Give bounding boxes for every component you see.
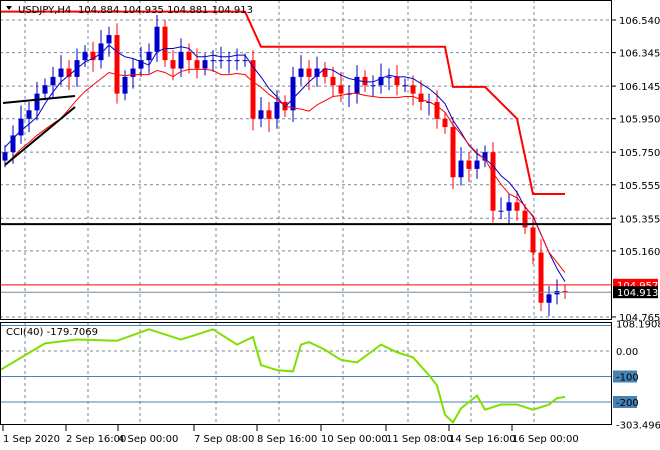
candle-body <box>122 76 128 94</box>
candle-body <box>554 291 560 295</box>
candle-body <box>154 26 160 52</box>
candle-body <box>514 202 520 211</box>
candle-body <box>458 160 464 178</box>
candle-body <box>338 85 344 94</box>
candle-body <box>418 93 424 102</box>
cci-axis-label: -200 <box>616 398 639 409</box>
price-tick-label: 106.345 <box>619 49 660 60</box>
candle-body <box>10 135 16 153</box>
cci-line <box>0 328 566 425</box>
candle-body <box>546 294 552 303</box>
candle-body <box>162 26 168 61</box>
cci-title: CCI(40) -179.7069 <box>6 327 98 338</box>
candle-body <box>266 110 272 119</box>
candle-body <box>386 76 392 78</box>
candle-body <box>226 60 232 62</box>
candle-body <box>442 118 448 128</box>
candle-body <box>242 60 248 62</box>
price-tick-label: 105.750 <box>619 148 660 159</box>
price-tick-label: 105.950 <box>619 115 660 126</box>
cci-axis-label: 0.00 <box>616 347 638 358</box>
candle-body <box>58 68 64 77</box>
candle-body <box>290 76 296 111</box>
candle-body <box>330 76 336 86</box>
cci-axis-label: -100 <box>616 373 639 384</box>
time-label: 8 Sep 16:00 <box>257 434 317 445</box>
dropdown-triangle-icon[interactable] <box>6 6 12 10</box>
candle-body <box>82 51 88 61</box>
candle-body <box>218 60 224 62</box>
candle-body <box>2 152 8 161</box>
candle-body <box>170 60 176 69</box>
candle-body <box>106 35 112 44</box>
candle-body <box>498 210 504 212</box>
fast-ma-line <box>4 44 566 282</box>
price-axis[interactable]: 106.540 106.345 106.145 105.950 105.750 105.5… <box>612 16 660 324</box>
last-price-label: 104.913 <box>617 288 658 299</box>
candle-body <box>370 85 376 87</box>
time-label: 14 Sep 16:00 <box>449 434 516 445</box>
candle-body <box>538 252 544 303</box>
candle-body <box>146 51 152 61</box>
candle-body <box>234 60 240 62</box>
candle-body <box>210 60 216 62</box>
candle-body <box>274 101 280 119</box>
candle-body <box>34 93 40 111</box>
cci-axis-label: -303.4968 <box>616 420 660 431</box>
time-label: 16 Sep 00:00 <box>512 434 579 445</box>
grid <box>0 0 612 425</box>
time-label: 10 Sep 00:00 <box>321 434 388 445</box>
candle-body <box>506 202 512 211</box>
candle-body <box>298 68 304 77</box>
price-tick-label: 104.765 <box>619 313 660 324</box>
header: USDJPY,H4 104.884 104.935 104.881 104.91… <box>6 5 253 16</box>
candle-body <box>194 60 200 69</box>
candles <box>2 14 568 317</box>
candle-body <box>42 85 48 94</box>
candle-body <box>490 152 496 211</box>
candle-body <box>258 110 264 119</box>
candle-body <box>394 76 400 86</box>
time-label: 7 Sep 08:00 <box>194 434 254 445</box>
time-label: 11 Sep 08:00 <box>386 434 453 445</box>
candle-body <box>130 68 136 77</box>
candle-body <box>466 160 472 169</box>
symbol-label: USDJPY,H4 <box>18 5 71 16</box>
time-label: 4 Sep 00:00 <box>118 434 178 445</box>
candle-body <box>186 51 192 61</box>
candle-body <box>474 160 480 169</box>
mt4-chart-window[interactable]: 108.19080.00-100-200-303.4968 USDJPY,H4 … <box>0 0 660 450</box>
candle-body <box>26 110 32 119</box>
price-tick-label: 105.160 <box>619 247 660 258</box>
candle-body <box>402 85 408 87</box>
candle-body <box>178 51 184 69</box>
ohlc-label: 104.884 104.935 104.881 104.913 <box>78 5 253 16</box>
price-tick-label: 105.355 <box>619 214 660 225</box>
time-axis[interactable]: 1 Sep 2020 2 Sep 16:004 Sep 00:00 7 Sep 08… <box>2 425 579 445</box>
main-frame <box>0 0 612 320</box>
time-label: 1 Sep 2020 <box>3 434 60 445</box>
cci-panel: 108.19080.00-100-200-303.4968 <box>0 319 660 431</box>
price-tick-label: 106.145 <box>619 82 660 93</box>
candle-body <box>306 68 312 77</box>
candle-body <box>530 227 536 253</box>
price-tick-label: 106.540 <box>619 16 660 27</box>
candle-body <box>202 60 208 69</box>
candle-body <box>50 76 56 86</box>
price-chart[interactable]: 108.19080.00-100-200-303.4968 USDJPY,H4 … <box>0 0 660 450</box>
candle-body <box>410 85 416 94</box>
price-tick-label: 105.555 <box>619 181 660 192</box>
candle-body <box>114 35 120 94</box>
candle-body <box>450 127 456 178</box>
